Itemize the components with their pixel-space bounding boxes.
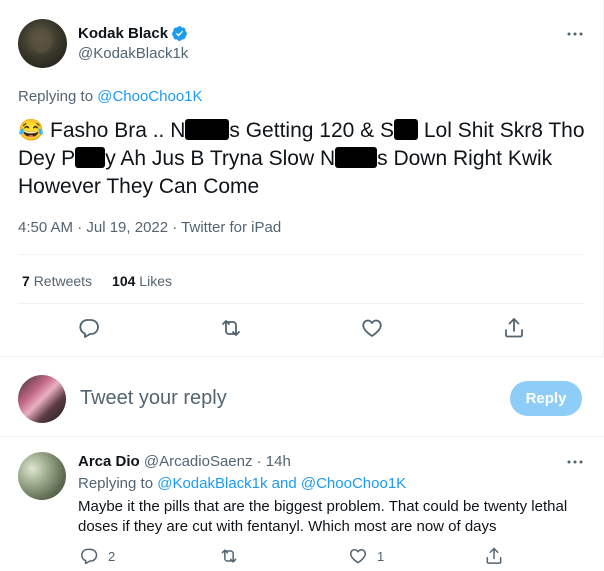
engagement-stats: 7 Retweets 104 Likes xyxy=(22,273,172,289)
reply-tweet-actions: 2 1 xyxy=(0,546,604,568)
reply-author-name[interactable]: Arca Dio xyxy=(78,453,140,470)
redaction-bar xyxy=(185,119,230,140)
main-tweet: Kodak Black @KodakBlack1k Replying to @C… xyxy=(0,0,604,355)
reply-author-header: Arca Dio @ArcadioSaenz · 14h xyxy=(78,453,291,470)
author-display-name[interactable]: Kodak Black xyxy=(78,25,168,42)
author-name-row: Kodak Black xyxy=(78,25,188,42)
tweet-timestamp[interactable]: 4:50 AM · Jul 19, 2022 · Twitter for iPa… xyxy=(18,219,281,236)
redaction-bar xyxy=(394,119,418,140)
share-icon[interactable] xyxy=(484,546,504,566)
tweet-text-part: s Getting 120 & S xyxy=(229,119,394,142)
replying-to-mention[interactable]: @ChooChoo1K xyxy=(301,475,406,492)
reply-author-avatar[interactable] xyxy=(18,452,66,500)
author-avatar[interactable] xyxy=(18,19,67,68)
verified-badge-icon xyxy=(172,26,187,41)
replying-to-mention[interactable]: @KodakBlack1k xyxy=(157,475,267,492)
reply-tweet[interactable]: Arca Dio @ArcadioSaenz · 14h Replying to… xyxy=(0,438,604,571)
reply-button[interactable]: Reply xyxy=(510,381,582,416)
retweet-icon[interactable] xyxy=(219,546,239,566)
reply-input[interactable]: Tweet your reply xyxy=(80,387,227,410)
replying-to-and: and xyxy=(271,475,297,492)
redaction-bar xyxy=(75,147,106,168)
like-icon[interactable] xyxy=(360,316,384,340)
replying-to-label: Replying to xyxy=(78,475,154,492)
retweets-count: 7 xyxy=(22,273,30,289)
current-user-avatar[interactable] xyxy=(18,375,66,423)
tweet-text: 😂 Fasho Bra .. Ns Getting 120 & S Lol Sh… xyxy=(18,117,593,201)
author-handle[interactable]: @KodakBlack1k xyxy=(78,45,188,62)
retweets-stat[interactable]: 7 Retweets xyxy=(22,273,92,289)
reply-count: 2 xyxy=(108,549,116,564)
like-icon[interactable] xyxy=(348,546,368,566)
like-count: 1 xyxy=(377,549,385,564)
redaction-bar xyxy=(335,147,378,168)
retweets-label: Retweets xyxy=(33,273,93,289)
more-icon[interactable] xyxy=(565,24,585,44)
reply-icon[interactable] xyxy=(79,546,99,566)
reply-tweet-text: Maybe it the pills that are the biggest … xyxy=(78,498,568,535)
laughing-emoji-icon: 😂 xyxy=(18,119,45,142)
reply-replying-to-line: Replying to @KodakBlack1k and @ChooChoo1… xyxy=(78,475,406,492)
share-icon[interactable] xyxy=(502,316,526,340)
reply-composer: Tweet your reply Reply xyxy=(0,356,604,437)
reply-icon[interactable] xyxy=(77,316,101,340)
retweet-icon[interactable] xyxy=(219,316,243,340)
divider xyxy=(18,254,584,255)
replying-to-mention[interactable]: @ChooChoo1K xyxy=(97,88,202,105)
likes-count: 104 xyxy=(112,273,136,289)
likes-stat[interactable]: 104 Likes xyxy=(112,273,172,289)
likes-label: Likes xyxy=(139,273,172,289)
replying-to-line: Replying to @ChooChoo1K xyxy=(18,88,203,105)
replying-to-label: Replying to xyxy=(18,88,94,105)
tweet-actions xyxy=(0,316,604,346)
tweet-text-part: y Ah Jus B Tryna Slow N xyxy=(105,147,336,170)
more-icon[interactable] xyxy=(565,452,585,472)
reply-author-handle-time[interactable]: @ArcadioSaenz · 14h xyxy=(144,453,291,470)
tweet-text-part: Fasho Bra .. N xyxy=(50,119,186,142)
divider xyxy=(18,303,584,304)
